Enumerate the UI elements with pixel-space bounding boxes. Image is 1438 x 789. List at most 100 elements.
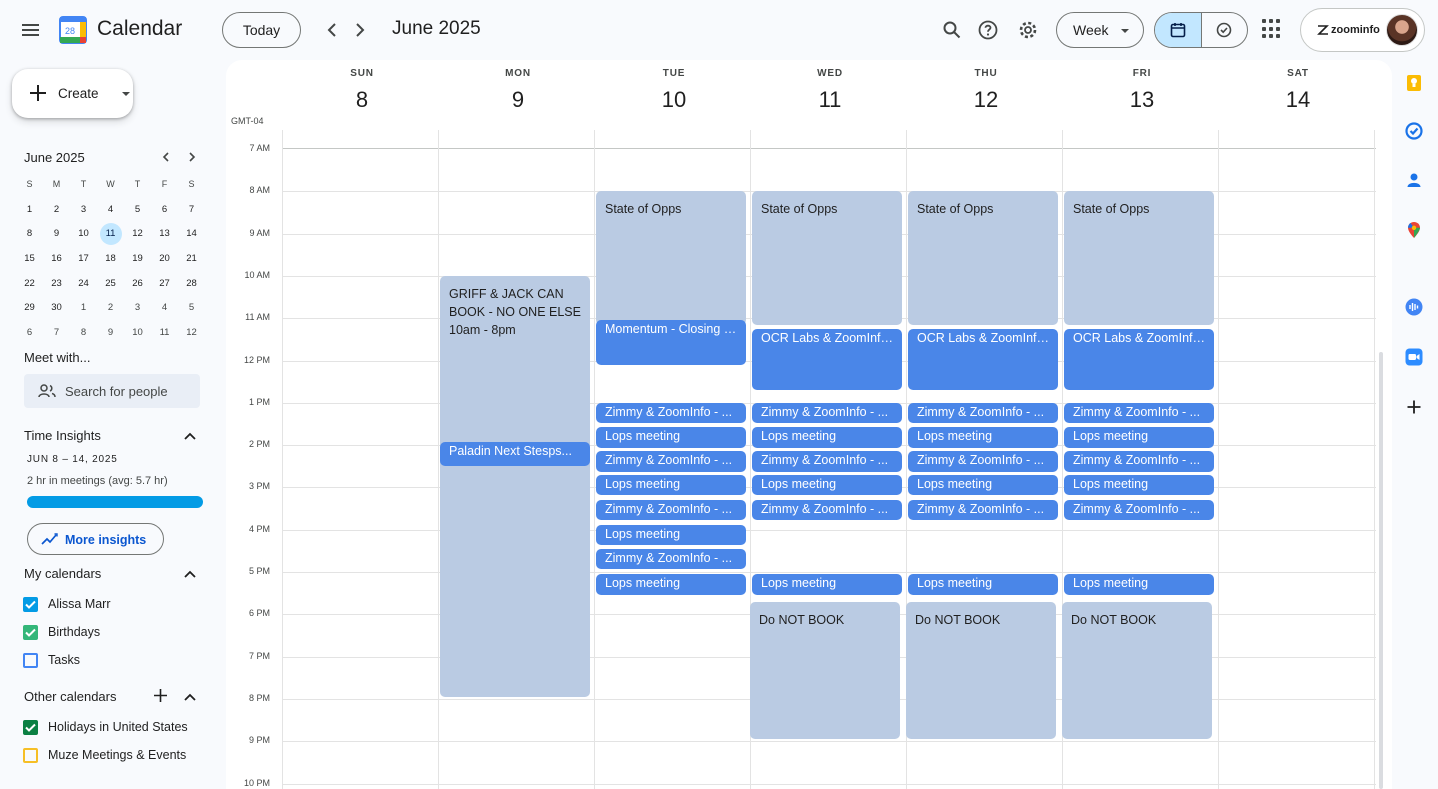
mini-day[interactable]: 2 bbox=[43, 197, 70, 222]
mini-day[interactable]: 6 bbox=[151, 197, 178, 222]
mini-day[interactable]: 15 bbox=[16, 246, 43, 271]
prev-week-button[interactable] bbox=[319, 16, 345, 44]
calendar-item[interactable]: Birthdays bbox=[23, 622, 100, 642]
event-do-not-book[interactable]: Do NOT BOOK bbox=[750, 601, 900, 740]
mini-day[interactable]: 13 bbox=[151, 221, 178, 246]
mini-day[interactable]: 6 bbox=[16, 320, 43, 345]
mini-day[interactable]: 22 bbox=[16, 271, 43, 296]
search-button[interactable] bbox=[936, 14, 968, 46]
calendar-checkbox[interactable] bbox=[23, 719, 38, 735]
day-number[interactable]: 13 bbox=[1064, 87, 1220, 113]
mini-day[interactable]: 29 bbox=[16, 295, 43, 320]
event-ocr-labs[interactable]: OCR Labs & ZoomInfo - Next Steps bbox=[908, 328, 1058, 391]
next-week-button[interactable] bbox=[347, 16, 373, 44]
mini-day[interactable]: 26 bbox=[124, 271, 151, 296]
mini-day[interactable]: 23 bbox=[43, 271, 70, 296]
event-zimmy[interactable]: Zimmy & ZoomInfo - ... bbox=[596, 500, 746, 521]
mini-day[interactable]: 8 bbox=[70, 320, 97, 345]
event-zimmy[interactable]: Zimmy & ZoomInfo - ... bbox=[596, 402, 746, 424]
event-lops[interactable]: Lops meeting bbox=[752, 574, 902, 595]
event-zimmy[interactable]: Zimmy & ZoomInfo - ... bbox=[752, 500, 902, 521]
event-zimmy[interactable]: Zimmy & ZoomInfo - ... bbox=[1064, 500, 1214, 521]
calendar-checkbox[interactable] bbox=[23, 624, 38, 640]
day-header[interactable]: TUE 10 bbox=[596, 68, 752, 113]
mini-day[interactable]: 10 bbox=[124, 320, 151, 345]
day-number[interactable]: 11 bbox=[752, 87, 908, 113]
event-zimmy[interactable]: Zimmy & ZoomInfo - ... bbox=[1064, 451, 1214, 472]
event-zimmy[interactable]: Zimmy & ZoomInfo - ... bbox=[908, 402, 1058, 424]
mini-day[interactable]: 3 bbox=[70, 197, 97, 222]
event-state-of-opps[interactable]: State of Opps bbox=[596, 191, 746, 325]
mini-day[interactable]: 1 bbox=[16, 197, 43, 222]
mini-day[interactable]: 5 bbox=[124, 197, 151, 222]
mini-day[interactable]: 30 bbox=[43, 295, 70, 320]
chevron-up-icon[interactable] bbox=[183, 567, 197, 581]
mini-day[interactable]: 7 bbox=[178, 197, 205, 222]
mini-day[interactable]: 28 bbox=[178, 271, 205, 296]
mini-day[interactable]: 20 bbox=[151, 246, 178, 271]
event-lops[interactable]: Lops meeting bbox=[1064, 427, 1214, 448]
mini-day[interactable]: 7 bbox=[43, 320, 70, 345]
contacts-icon[interactable] bbox=[1405, 171, 1423, 189]
mini-day[interactable]: 8 bbox=[16, 221, 43, 246]
keep-icon[interactable] bbox=[1405, 74, 1423, 92]
mini-day[interactable]: 12 bbox=[124, 221, 151, 246]
main-menu-button[interactable] bbox=[14, 14, 46, 46]
event-lops[interactable]: Lops meeting bbox=[908, 427, 1058, 448]
day-number[interactable]: 9 bbox=[440, 87, 596, 113]
mini-next-month-button[interactable] bbox=[182, 148, 202, 166]
mini-day[interactable]: 1 bbox=[70, 295, 97, 320]
calendar-checkbox[interactable] bbox=[23, 596, 38, 612]
calendar-view-toggle[interactable] bbox=[1155, 13, 1201, 47]
calendar-checkbox[interactable] bbox=[23, 747, 38, 763]
search-people-input[interactable]: Search for people bbox=[24, 374, 200, 408]
calendar-item[interactable]: Holidays in United States bbox=[23, 717, 188, 737]
tasks-icon[interactable] bbox=[1405, 122, 1423, 140]
mini-day[interactable]: 25 bbox=[97, 271, 124, 296]
event-lops[interactable]: Lops meeting bbox=[752, 474, 902, 496]
mini-day[interactable]: 24 bbox=[70, 271, 97, 296]
account-switcher[interactable]: zoominfo bbox=[1300, 8, 1425, 52]
event-lops[interactable]: Lops meeting bbox=[908, 574, 1058, 595]
create-button[interactable]: Create bbox=[12, 69, 133, 118]
mini-prev-month-button[interactable] bbox=[156, 148, 176, 166]
more-insights-button[interactable]: More insights bbox=[27, 523, 164, 555]
event-ocr-labs[interactable]: OCR Labs & ZoomInfo - Next Steps bbox=[752, 328, 902, 391]
mini-day[interactable]: 10 bbox=[70, 221, 97, 246]
mini-day[interactable]: 27 bbox=[151, 271, 178, 296]
today-button[interactable]: Today bbox=[222, 12, 301, 48]
event-do-not-book[interactable]: Do NOT BOOK bbox=[906, 601, 1056, 740]
event-lops[interactable]: Lops meeting bbox=[596, 524, 746, 546]
day-number[interactable]: 14 bbox=[1220, 87, 1376, 113]
event-zimmy[interactable]: Zimmy & ZoomInfo - ... bbox=[752, 451, 902, 472]
mini-day[interactable]: 16 bbox=[43, 246, 70, 271]
tasks-view-toggle[interactable] bbox=[1200, 13, 1247, 47]
day-header[interactable]: FRI 13 bbox=[1064, 68, 1220, 113]
event-momentum[interactable]: Momentum - Closing meeting bbox=[596, 320, 746, 365]
event-state-of-opps[interactable]: State of Opps bbox=[752, 191, 902, 325]
mini-day[interactable]: 5 bbox=[178, 295, 205, 320]
mini-day[interactable]: 4 bbox=[151, 295, 178, 320]
mini-day[interactable]: 2 bbox=[97, 295, 124, 320]
day-header[interactable]: MON 9 bbox=[440, 68, 596, 113]
mini-day[interactable]: 11 bbox=[97, 221, 124, 246]
day-header[interactable]: THU 12 bbox=[908, 68, 1064, 113]
event-zimmy[interactable]: Zimmy & ZoomInfo - ... bbox=[908, 500, 1058, 521]
day-header[interactable]: SUN 8 bbox=[284, 68, 440, 113]
event-lops[interactable]: Lops meeting bbox=[1064, 474, 1214, 496]
event-state-of-opps[interactable]: State of Opps bbox=[908, 191, 1058, 325]
chevron-up-icon[interactable] bbox=[183, 690, 197, 704]
event-lops[interactable]: Lops meeting bbox=[596, 427, 746, 448]
chevron-up-icon[interactable] bbox=[183, 429, 197, 443]
event-state-of-opps[interactable]: State of Opps bbox=[1064, 191, 1214, 325]
calendar-item[interactable]: Alissa Marr bbox=[23, 594, 111, 614]
mini-day[interactable]: 19 bbox=[124, 246, 151, 271]
mini-day[interactable]: 17 bbox=[70, 246, 97, 271]
mini-day[interactable]: 9 bbox=[43, 221, 70, 246]
day-number[interactable]: 10 bbox=[596, 87, 752, 113]
mini-day[interactable]: 3 bbox=[124, 295, 151, 320]
day-header[interactable]: WED 11 bbox=[752, 68, 908, 113]
mini-day[interactable]: 21 bbox=[178, 246, 205, 271]
mini-day[interactable]: 9 bbox=[97, 320, 124, 345]
zoom-icon[interactable] bbox=[1405, 348, 1423, 366]
